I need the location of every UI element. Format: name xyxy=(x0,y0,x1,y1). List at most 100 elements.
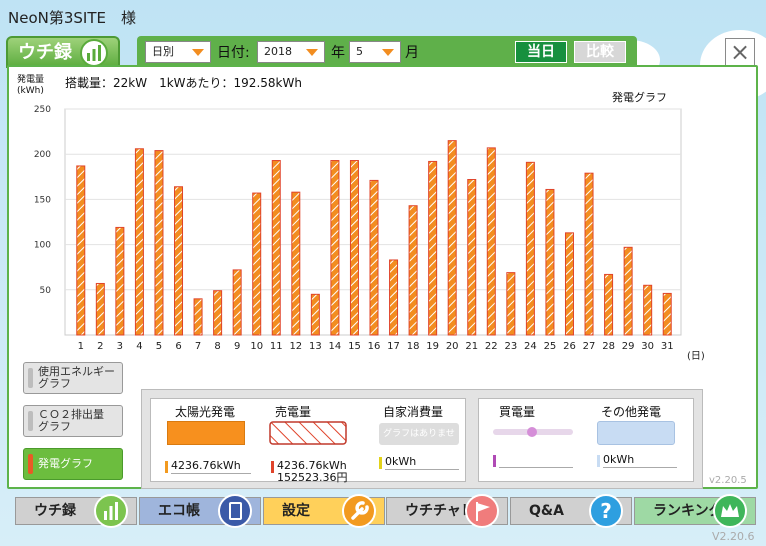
bar-day-13 xyxy=(310,293,320,336)
bar-day-20 xyxy=(447,140,457,336)
x-tick-label: 23 xyxy=(504,341,517,352)
y-tick-label: 100 xyxy=(34,241,51,251)
year-select[interactable]: 2018 xyxy=(257,41,325,63)
generation-graph-button[interactable]: 発電グラフ xyxy=(23,448,123,480)
bar-day-6 xyxy=(174,186,184,336)
question-icon: ? xyxy=(589,494,623,528)
site-title: NeoN第3SITE 様 xyxy=(8,9,136,27)
bar-day-23 xyxy=(506,272,516,336)
crown-icon xyxy=(713,494,747,528)
bar-day-2 xyxy=(95,282,105,336)
bar-day-9 xyxy=(232,269,242,336)
x-tick-label: 5 xyxy=(156,341,162,352)
x-tick-label: 24 xyxy=(524,341,537,352)
bar-day-18 xyxy=(408,205,418,336)
bar-day-31 xyxy=(662,292,672,336)
x-tick-label: 29 xyxy=(622,341,635,352)
dropdown-arrow-icon xyxy=(382,49,394,56)
self-consumption-marker xyxy=(379,457,382,469)
x-tick-label: 11 xyxy=(270,341,283,352)
x-tick-label: 19 xyxy=(426,341,439,352)
compare-button[interactable]: 比較 xyxy=(574,41,626,63)
bar-day-17 xyxy=(389,259,399,336)
solar-marker xyxy=(165,461,168,473)
nav-bar-chart[interactable]: ウチ録 xyxy=(15,494,137,528)
purchase-summary-box: 買電量 その他発電 0kWh xyxy=(478,398,694,482)
x-tick-label: 20 xyxy=(446,341,459,352)
date-label: 日付: xyxy=(217,45,250,61)
nav-question[interactable]: Q&A? xyxy=(510,494,632,528)
bar-day-11 xyxy=(271,160,281,336)
x-tick-label: 1 xyxy=(78,341,84,352)
x-tick-label: 21 xyxy=(465,341,478,352)
nav-flag[interactable]: ウチチャレ xyxy=(386,494,508,528)
bar-day-3 xyxy=(115,226,125,336)
bar-day-25 xyxy=(545,188,555,336)
bar-day-27 xyxy=(584,172,594,336)
self-consumption-value: 0kWh xyxy=(385,455,417,468)
sell-yen: 152523.36円 xyxy=(277,471,348,484)
y-tick-label: 50 xyxy=(40,286,52,296)
flag-icon xyxy=(465,494,499,528)
sell-swatch xyxy=(269,421,347,445)
nav-crown[interactable]: ランキング xyxy=(634,494,756,528)
x-tick-label: 2 xyxy=(97,341,103,352)
dropdown-arrow-icon xyxy=(306,49,318,56)
generation-bar-chart: 501001502002501 2 3 4 5 6 7 8 9 10 11 12 13 14 15 16 17 1… xyxy=(34,105,705,362)
x-tick-label: 22 xyxy=(485,341,498,352)
x-tick-label: 8 xyxy=(214,341,220,352)
x-tick-label: 17 xyxy=(387,341,400,352)
bar-day-22 xyxy=(486,147,496,336)
bar-day-7 xyxy=(193,298,203,336)
inner-version: v2.20.5 xyxy=(709,475,747,486)
x-tick-label: 12 xyxy=(289,341,302,352)
nav-wrench[interactable]: 設定 xyxy=(263,494,385,528)
solar-swatch xyxy=(167,421,245,445)
month-select[interactable]: 5 xyxy=(349,41,401,63)
bar-day-1 xyxy=(76,165,86,336)
summary-panel: 太陽光発電 4236.76kWh 売電量 4236.76kWh 152523.3… xyxy=(141,389,703,489)
self-consumption-placeholder: グラフはありません xyxy=(379,423,459,461)
bar-day-10 xyxy=(252,192,262,336)
bar-day-26 xyxy=(564,232,574,336)
sell-marker xyxy=(271,461,274,473)
month-label: 月 xyxy=(405,45,419,61)
buy-label: 買電量 xyxy=(499,405,536,419)
other-generation-label: その他発電 xyxy=(601,405,662,419)
x-tick-label: 14 xyxy=(329,341,342,352)
wrench-icon xyxy=(342,494,376,528)
bar-day-19 xyxy=(428,160,438,336)
energy-usage-graph-button[interactable]: 使用エネルギー グラフ xyxy=(23,362,123,394)
x-tick-label: 6 xyxy=(175,341,181,352)
bar-day-24 xyxy=(525,161,535,336)
bar-day-21 xyxy=(467,179,477,336)
solar-value: 4236.76kWh xyxy=(171,459,241,472)
dropdown-arrow-icon xyxy=(192,49,204,56)
today-button[interactable]: 当日 xyxy=(515,41,567,63)
close-icon[interactable]: × xyxy=(725,38,755,68)
x-tick-label: 18 xyxy=(407,341,420,352)
bar-day-12 xyxy=(291,191,301,336)
nav-label: ウチ録 xyxy=(34,503,76,519)
other-generation-marker xyxy=(597,455,600,467)
x-tick-label: 10 xyxy=(250,341,263,352)
x-tick-label: 15 xyxy=(348,341,361,352)
x-tick-label: 9 xyxy=(234,341,240,352)
co2-graph-button[interactable]: ＣＯ２排出量 グラフ xyxy=(23,405,123,437)
period-select[interactable]: 日別 xyxy=(145,41,211,63)
nav-notebook[interactable]: エコ帳 xyxy=(139,494,261,528)
y-tick-label: 250 xyxy=(34,105,51,115)
bar-day-16 xyxy=(369,179,379,336)
self-consumption-label: 自家消費量 xyxy=(383,405,444,419)
x-tick-label: 30 xyxy=(641,341,654,352)
year-label: 年 xyxy=(331,45,345,61)
tab-uchiroku[interactable]: ウチ録 xyxy=(6,36,120,68)
bar-day-4 xyxy=(134,148,144,336)
outer-version: V2.20.6 xyxy=(712,530,755,543)
buy-slider-dot xyxy=(527,427,537,437)
bar-chart-icon xyxy=(94,494,128,528)
generation-summary-box: 太陽光発電 4236.76kWh 売電量 4236.76kWh 152523.3… xyxy=(150,398,466,484)
x-tick-label: 3 xyxy=(117,341,123,352)
svg-text:?: ? xyxy=(600,499,612,523)
notebook-icon xyxy=(218,494,252,528)
